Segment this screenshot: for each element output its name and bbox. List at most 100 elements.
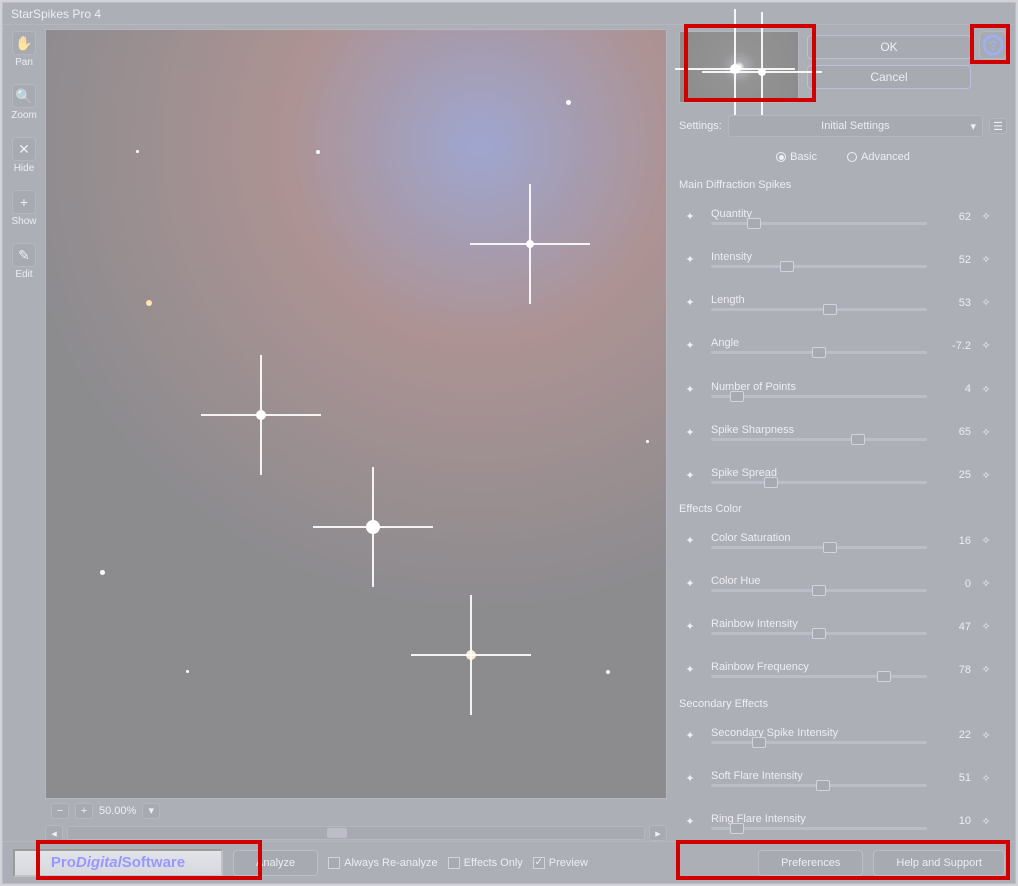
param-value: 51 <box>931 772 971 784</box>
param-max-icon[interactable]: ✧ <box>975 810 997 832</box>
slider-thumb[interactable] <box>851 434 865 445</box>
slider-thumb[interactable] <box>877 671 891 682</box>
slider-thumb[interactable] <box>764 477 778 488</box>
param-max-icon[interactable]: ✧ <box>975 767 997 789</box>
param-max-icon[interactable]: ✧ <box>975 292 997 314</box>
param-min-icon[interactable]: ✦ <box>679 378 701 400</box>
scroll-thumb[interactable] <box>327 828 347 838</box>
zoom-menu-button[interactable]: ▾ <box>142 803 160 819</box>
mode-advanced-label: Advanced <box>861 151 910 163</box>
param-slider[interactable] <box>711 632 927 635</box>
param-value: 22 <box>931 729 971 741</box>
param-slider[interactable] <box>711 675 927 678</box>
tool-zoom[interactable]: 🔍Zoom <box>9 84 39 121</box>
settings-menu-button[interactable]: ☰ <box>989 118 1007 134</box>
scroll-track[interactable] <box>67 826 645 840</box>
param-max-icon[interactable]: ✧ <box>975 464 997 486</box>
ok-button[interactable]: OK <box>807 35 971 59</box>
slider-thumb[interactable] <box>823 542 837 553</box>
param-row: ✦Ring Flare Intensity10✧ <box>679 802 1003 841</box>
tool-hide[interactable]: ✕Hide <box>9 137 39 174</box>
scroll-left-button[interactable]: ◂ <box>45 825 63 841</box>
param-slider[interactable] <box>711 395 927 398</box>
param-max-icon[interactable]: ✧ <box>975 659 997 681</box>
preferences-button[interactable]: Preferences <box>758 850 863 876</box>
slider-thumb[interactable] <box>812 585 826 596</box>
param-slider[interactable] <box>711 589 927 592</box>
slider-thumb[interactable] <box>752 737 766 748</box>
param-min-icon[interactable]: ✦ <box>679 292 701 314</box>
param-min-icon[interactable]: ✦ <box>679 530 701 552</box>
slider-thumb[interactable] <box>780 261 794 272</box>
brand-button[interactable]: ProDigital Software <box>13 849 223 877</box>
help-icon-button[interactable]: ? <box>979 31 1007 59</box>
param-min-icon[interactable]: ✦ <box>679 767 701 789</box>
param-row: ✦Rainbow Frequency78✧ <box>679 650 1003 689</box>
param-max-icon[interactable]: ✧ <box>975 573 997 595</box>
param-min-icon[interactable]: ✦ <box>679 616 701 638</box>
param-min-icon[interactable]: ✦ <box>679 249 701 271</box>
param-max-icon[interactable]: ✧ <box>975 421 997 443</box>
param-min-icon[interactable]: ✦ <box>679 724 701 746</box>
zoom-in-button[interactable]: + <box>75 803 93 819</box>
param-slider[interactable] <box>711 741 927 744</box>
mode-basic-label: Basic <box>790 151 817 163</box>
param-slider[interactable] <box>711 351 927 354</box>
preview-label: Preview <box>549 857 588 869</box>
slider-thumb[interactable] <box>812 628 826 639</box>
param-row: ✦Angle-7.2✧ <box>679 326 1003 365</box>
effects-only-checkbox[interactable]: Effects Only <box>448 857 523 869</box>
scroll-right-button[interactable]: ▸ <box>649 825 667 841</box>
help-support-button[interactable]: Help and Support <box>873 850 1005 876</box>
param-slider[interactable] <box>711 481 927 484</box>
param-min-icon[interactable]: ✦ <box>679 810 701 832</box>
horizontal-scrollbar[interactable]: ◂ ▸ <box>45 825 667 841</box>
slider-thumb[interactable] <box>816 780 830 791</box>
param-max-icon[interactable]: ✧ <box>975 378 997 400</box>
zoom-out-button[interactable]: − <box>51 803 69 819</box>
param-max-icon[interactable]: ✧ <box>975 206 997 228</box>
param-max-icon[interactable]: ✧ <box>975 335 997 357</box>
zoom-level: 50.00% <box>99 805 136 817</box>
mode-advanced-radio[interactable]: Advanced <box>847 151 910 163</box>
param-slider[interactable] <box>711 308 927 311</box>
param-min-icon[interactable]: ✦ <box>679 335 701 357</box>
tool-pan[interactable]: ✋Pan <box>9 31 39 68</box>
param-slider[interactable] <box>711 438 927 441</box>
slider-thumb[interactable] <box>823 304 837 315</box>
param-row: ✦Spike Sharpness65✧ <box>679 413 1003 452</box>
result-thumbnail[interactable] <box>679 31 799 103</box>
mode-basic-radio[interactable]: Basic <box>776 151 817 163</box>
param-slider[interactable] <box>711 222 927 225</box>
slider-thumb[interactable] <box>812 347 826 358</box>
always-reanalyze-checkbox[interactable]: Always Re-analyze <box>328 857 438 869</box>
param-min-icon[interactable]: ✦ <box>679 659 701 681</box>
param-max-icon[interactable]: ✧ <box>975 249 997 271</box>
param-slider[interactable] <box>711 784 927 787</box>
param-min-icon[interactable]: ✦ <box>679 573 701 595</box>
param-label: Spike Spread <box>711 467 927 479</box>
param-slider[interactable] <box>711 827 927 830</box>
param-max-icon[interactable]: ✧ <box>975 616 997 638</box>
param-min-icon[interactable]: ✦ <box>679 206 701 228</box>
param-max-icon[interactable]: ✧ <box>975 530 997 552</box>
analyze-button[interactable]: Analyze <box>233 850 318 876</box>
settings-preset-dropdown[interactable]: Initial Settings <box>728 115 983 137</box>
preview-canvas[interactable] <box>45 29 667 799</box>
slider-thumb[interactable] <box>747 218 761 229</box>
tool-show[interactable]: +Show <box>9 190 39 227</box>
param-label: Rainbow Frequency <box>711 661 927 673</box>
param-min-icon[interactable]: ✦ <box>679 421 701 443</box>
param-slider[interactable] <box>711 546 927 549</box>
slider-thumb[interactable] <box>730 823 744 834</box>
pan-icon: ✋ <box>12 31 36 55</box>
tool-edit[interactable]: ✎Edit <box>9 243 39 280</box>
cancel-button[interactable]: Cancel <box>807 65 971 89</box>
param-slider[interactable] <box>711 265 927 268</box>
param-max-icon[interactable]: ✧ <box>975 724 997 746</box>
param-min-icon[interactable]: ✦ <box>679 464 701 486</box>
param-label: Intensity <box>711 251 927 263</box>
param-row: ✦Color Hue0✧ <box>679 564 1003 603</box>
preview-checkbox[interactable]: Preview <box>533 857 588 869</box>
slider-thumb[interactable] <box>730 391 744 402</box>
